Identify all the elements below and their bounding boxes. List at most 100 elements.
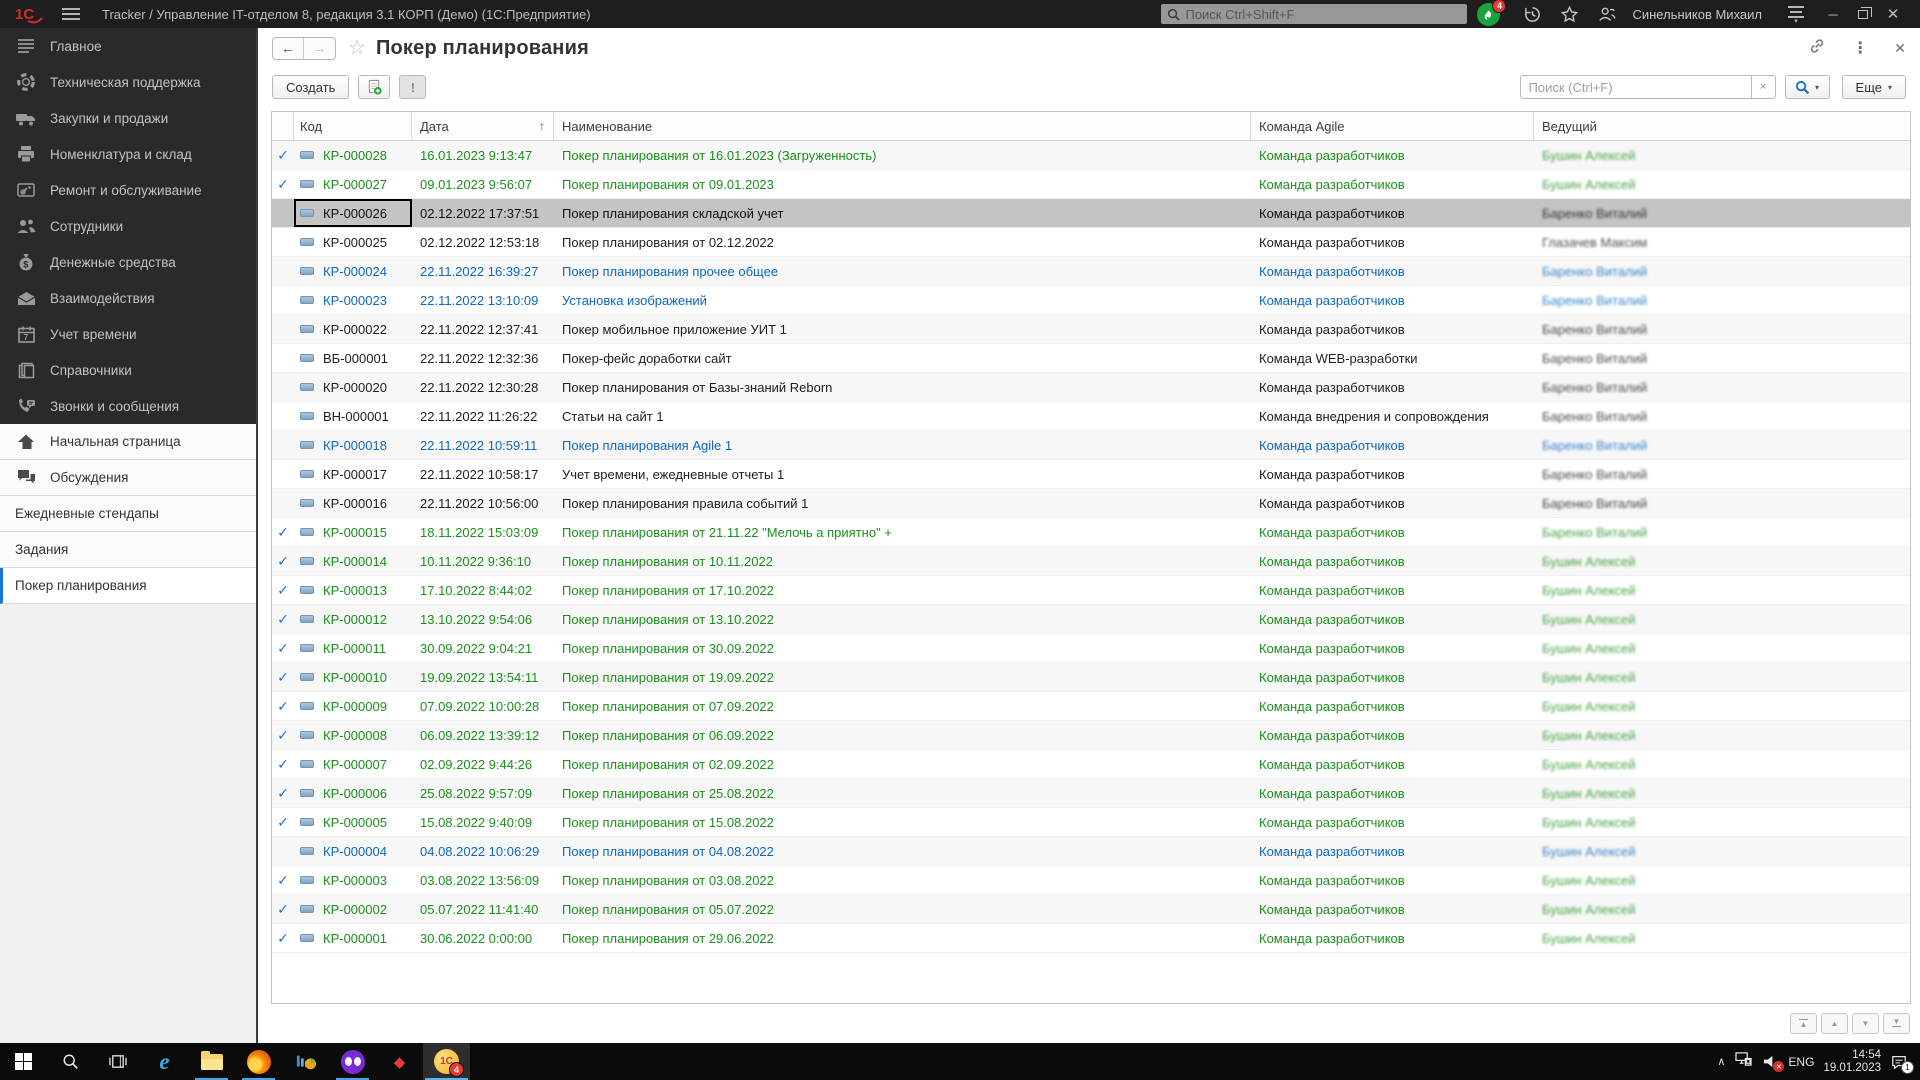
cell-code[interactable]: КР-000005 — [294, 808, 412, 836]
cell-team[interactable]: Команда разработчиков — [1251, 489, 1534, 517]
history-icon[interactable] — [1523, 5, 1542, 24]
cell-code[interactable]: КР-000002 — [294, 895, 412, 923]
taskbar-search-button[interactable] — [47, 1043, 94, 1080]
cell-code[interactable]: КР-000026 — [294, 199, 412, 227]
more-button[interactable]: Еще▾ — [1842, 75, 1906, 99]
cell-team[interactable]: Команда разработчиков — [1251, 286, 1534, 314]
cell-team[interactable]: Команда разработчиков — [1251, 257, 1534, 285]
sidebar-item-staff[interactable]: Сотрудники — [0, 208, 256, 244]
cell-lead[interactable]: Бушин Алексей — [1534, 634, 1910, 662]
cell-lead[interactable]: Бушин Алексей — [1534, 605, 1910, 633]
cell-team[interactable]: Команда разработчиков — [1251, 373, 1534, 401]
file-explorer-button[interactable] — [188, 1043, 235, 1080]
column-header-check[interactable] — [272, 112, 294, 140]
sidebar-item-tasks[interactable]: Задания — [0, 532, 256, 568]
cell-code[interactable]: КР-000016 — [294, 489, 412, 517]
cell-team[interactable]: Команда разработчиков — [1251, 431, 1534, 459]
cell-date[interactable]: 03.08.2022 13:56:09 — [412, 866, 554, 894]
scroll-to-bottom-button[interactable]: ▼ — [1883, 1013, 1910, 1034]
table-row[interactable]: ✓КР-00001130.09.2022 9:04:21Покер планир… — [272, 634, 1910, 663]
cell-code[interactable]: КР-000018 — [294, 431, 412, 459]
table-row[interactable]: КР-00001822.11.2022 10:59:11Покер планир… — [272, 431, 1910, 460]
window-close-button[interactable]: ✕ — [1878, 5, 1908, 23]
clock[interactable]: 14:54 19.01.2023 — [1823, 1049, 1881, 1075]
cell-code[interactable]: КР-000020 — [294, 373, 412, 401]
cell-code[interactable]: КР-000027 — [294, 170, 412, 198]
favorites-star-icon[interactable] — [1560, 5, 1579, 24]
cell-lead[interactable]: Баренко Виталий — [1534, 199, 1910, 227]
cell-team[interactable]: Команда разработчиков — [1251, 547, 1534, 575]
network-icon[interactable] — [1734, 1051, 1753, 1072]
cell-team[interactable]: Команда разработчиков — [1251, 721, 1534, 749]
cell-lead[interactable]: Баренко Виталий — [1534, 257, 1910, 285]
cell-name[interactable]: Покер планирования от Базы-знаний Reborn — [554, 373, 1251, 401]
cell-lead[interactable]: Баренко Виталий — [1534, 402, 1910, 430]
get-link-icon[interactable] — [1808, 37, 1826, 60]
table-row[interactable]: КР-00002602.12.2022 17:37:51Покер планир… — [272, 199, 1910, 228]
global-search-box[interactable] — [1161, 4, 1467, 24]
firefox-button[interactable] — [235, 1043, 282, 1080]
scroll-to-top-button[interactable]: ▲ — [1790, 1013, 1817, 1034]
back-button[interactable]: ← — [273, 38, 304, 59]
scroll-down-button[interactable]: ▼ — [1852, 1013, 1879, 1034]
forward-button[interactable]: → — [304, 38, 335, 59]
cell-lead[interactable]: Бушин Алексей — [1534, 779, 1910, 807]
internet-explorer-button[interactable]: e — [141, 1043, 188, 1080]
cell-name[interactable]: Покер планирования от 05.07.2022 — [554, 895, 1251, 923]
cell-code[interactable]: КР-000017 — [294, 460, 412, 488]
sidebar-item-main[interactable]: Главное — [0, 28, 256, 64]
cell-team[interactable]: Команда разработчиков — [1251, 199, 1534, 227]
cell-date[interactable]: 16.01.2023 9:13:47 — [412, 141, 554, 169]
cell-name[interactable]: Покер планирования от 30.09.2022 — [554, 634, 1251, 662]
cell-code[interactable]: КР-000003 — [294, 866, 412, 894]
sidebar-item-support[interactable]: Техническая поддержка — [0, 64, 256, 100]
global-search-input[interactable] — [1185, 7, 1461, 22]
table-row[interactable]: КР-00001622.11.2022 10:56:00Покер планир… — [272, 489, 1910, 518]
cell-date[interactable]: 02.12.2022 17:37:51 — [412, 199, 554, 227]
table-row[interactable]: ✓КР-00000130.06.2022 0:00:00Покер планир… — [272, 924, 1910, 953]
cell-lead[interactable]: Бушин Алексей — [1534, 721, 1910, 749]
cell-lead[interactable]: Бушин Алексей — [1534, 576, 1910, 604]
cell-date[interactable]: 17.10.2022 8:44:02 — [412, 576, 554, 604]
cell-date[interactable]: 30.06.2022 0:00:00 — [412, 924, 554, 952]
cell-code[interactable]: КР-000022 — [294, 315, 412, 343]
table-row[interactable]: КР-00001722.11.2022 10:58:17Учет времени… — [272, 460, 1910, 489]
table-row[interactable]: ✓КР-00001410.11.2022 9:36:10Покер планир… — [272, 547, 1910, 576]
cell-team[interactable]: Команда внедрения и сопровождения — [1251, 402, 1534, 430]
clear-search-button[interactable]: × — [1752, 75, 1776, 99]
sidebar-item-timesheets[interactable]: 7Учет времени — [0, 316, 256, 352]
table-row[interactable]: ✓КР-00000702.09.2022 9:44:26Покер планир… — [272, 750, 1910, 779]
current-user-name[interactable]: Синельников Михаил — [1632, 7, 1762, 22]
cell-date[interactable]: 22.11.2022 12:37:41 — [412, 315, 554, 343]
cell-date[interactable]: 25.08.2022 9:57:09 — [412, 779, 554, 807]
cell-team[interactable]: Команда разработчиков — [1251, 750, 1534, 778]
cell-date[interactable]: 13.10.2022 9:54:06 — [412, 605, 554, 633]
volume-muted-icon[interactable]: ✕ — [1762, 1054, 1779, 1069]
cell-name[interactable]: Покер планирования прочее общее — [554, 257, 1251, 285]
cell-team[interactable]: Команда разработчиков — [1251, 518, 1534, 546]
start-button[interactable] — [0, 1043, 47, 1080]
cell-lead[interactable]: Баренко Виталий — [1534, 431, 1910, 459]
cell-date[interactable]: 05.07.2022 11:41:40 — [412, 895, 554, 923]
cell-name[interactable]: Статьи на сайт 1 — [554, 402, 1251, 430]
cell-team[interactable]: Команда разработчиков — [1251, 866, 1534, 894]
cell-date[interactable]: 02.09.2022 9:44:26 — [412, 750, 554, 778]
copy-item-button[interactable] — [358, 75, 390, 99]
cell-code[interactable]: КР-000007 — [294, 750, 412, 778]
cell-code[interactable]: КР-000023 — [294, 286, 412, 314]
cell-code[interactable]: КР-000028 — [294, 141, 412, 169]
scroll-up-button[interactable]: ▲ — [1821, 1013, 1848, 1034]
main-menu-burger-icon[interactable] — [62, 8, 80, 20]
cell-code[interactable]: КР-000014 — [294, 547, 412, 575]
cell-team[interactable]: Команда разработчиков — [1251, 808, 1534, 836]
tray-expand-icon[interactable]: ∧ — [1717, 1055, 1725, 1068]
cell-name[interactable]: Покер планирования Agile 1 — [554, 431, 1251, 459]
cell-team[interactable]: Команда WEB-разработки — [1251, 344, 1534, 372]
sidebar-item-interactions[interactable]: Взаимодействия — [0, 280, 256, 316]
list-search-input[interactable] — [1520, 75, 1752, 99]
cell-name[interactable]: Покер планирования от 02.12.2022 — [554, 228, 1251, 256]
sidebar-item-poker[interactable]: Покер планирования — [0, 568, 256, 604]
sidebar-item-calls[interactable]: Звонки и сообщения — [0, 388, 256, 424]
cell-name[interactable]: Покер планирования от 07.09.2022 — [554, 692, 1251, 720]
cell-date[interactable]: 06.09.2022 13:39:12 — [412, 721, 554, 749]
